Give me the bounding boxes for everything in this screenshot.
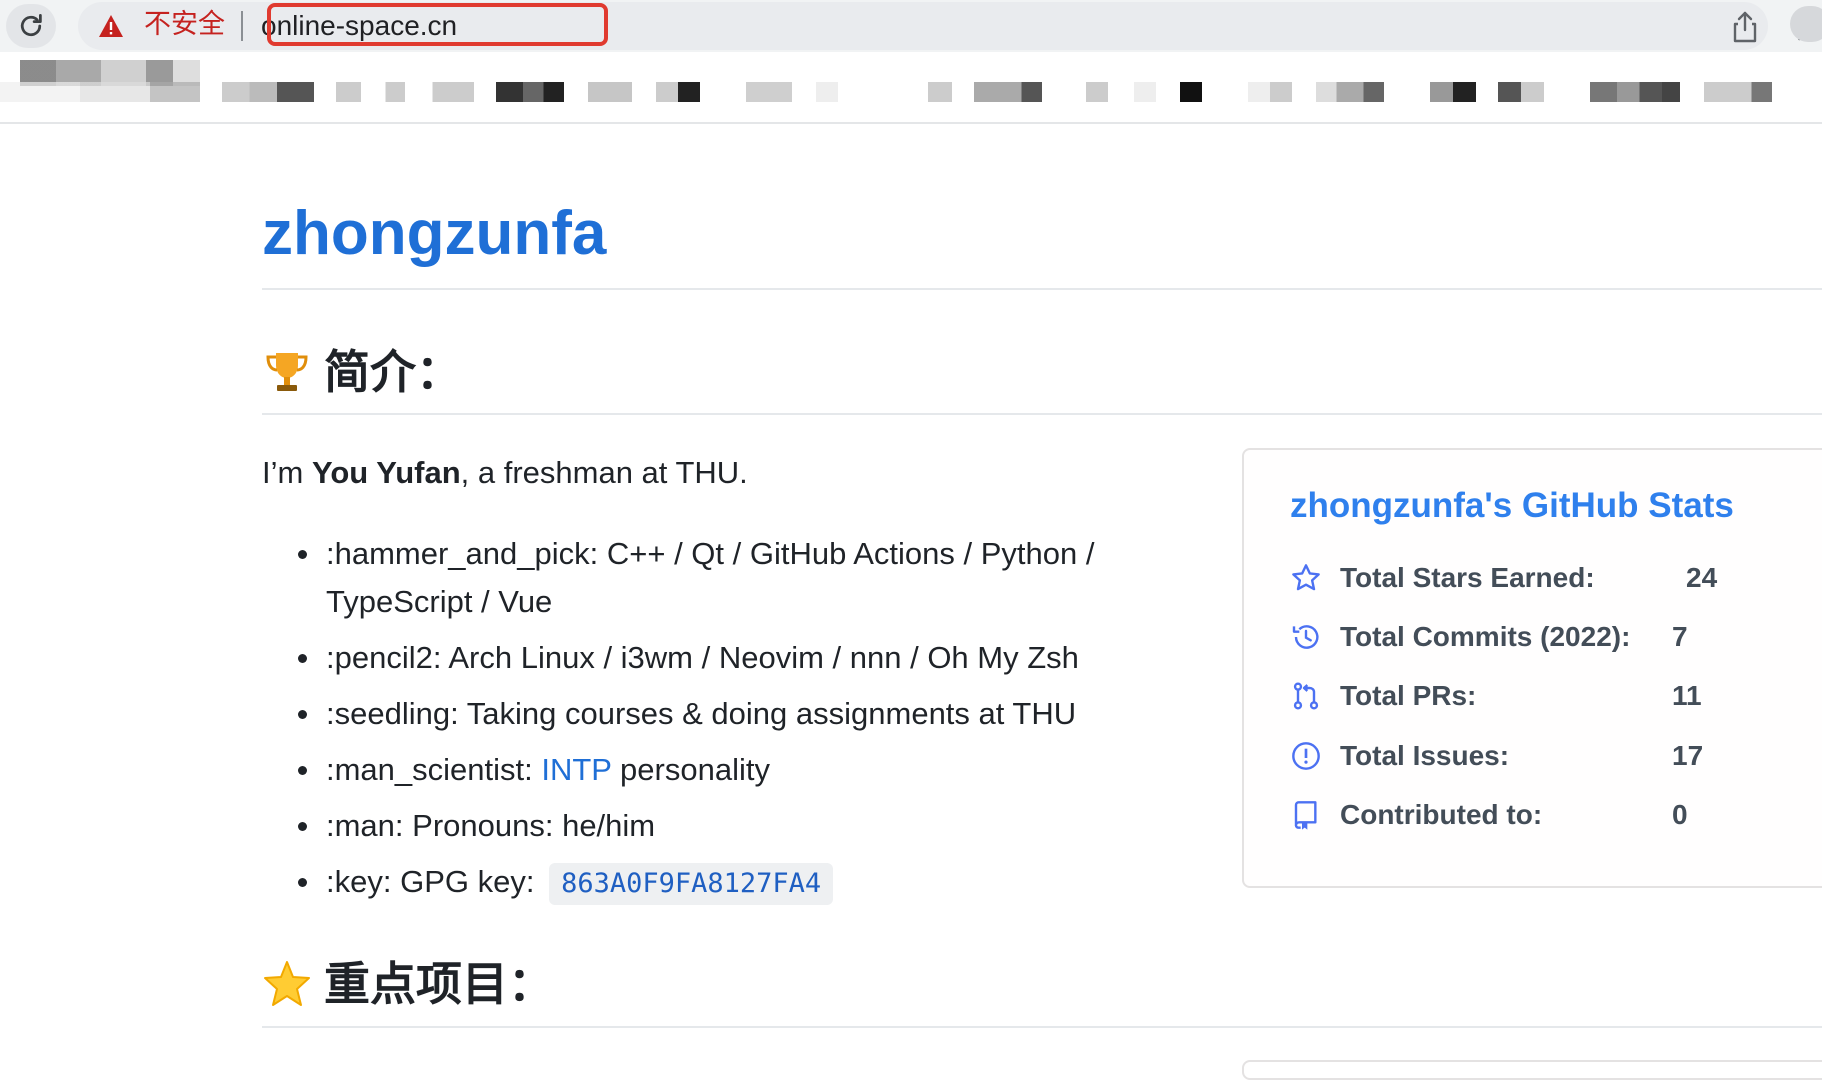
url-highlight-box xyxy=(267,3,608,46)
bookmark-item-blurred[interactable] xyxy=(336,82,474,102)
list-item: :key: GPG key: 863A0F9FA8127FA4 xyxy=(262,858,1202,906)
intro-suffix: , a freshman at THU. xyxy=(460,455,748,490)
intp-link[interactable]: INTP xyxy=(541,752,611,787)
trophy-icon xyxy=(266,353,308,391)
bookmark-item-blurred[interactable] xyxy=(928,82,952,102)
bookmark-item-blurred[interactable] xyxy=(1498,82,1544,102)
list-item: :man_scientist: INTP personality xyxy=(262,746,1202,794)
projects-heading-text: 重点项目： xyxy=(324,957,554,1011)
intro-name: You Yufan xyxy=(311,455,461,490)
setup-text: :pencil2: Arch Linux / i3wm / Neovim / n… xyxy=(326,640,1079,675)
warning-icon[interactable] xyxy=(98,14,124,38)
bookmark-item-blurred[interactable] xyxy=(974,82,1042,102)
reload-icon xyxy=(20,14,42,37)
repo-icon xyxy=(1294,801,1317,830)
browser-toolbar: 不安全 online-space.cn xyxy=(0,0,1822,58)
projects-divider xyxy=(262,1026,1822,1028)
stat-row-issues: Total Issues: 17 xyxy=(1290,736,1822,776)
share-icon[interactable] xyxy=(1730,10,1760,44)
personality-suffix: personality xyxy=(611,752,770,787)
bookmark-item-blurred[interactable] xyxy=(1086,82,1108,102)
bookmark-item-blurred[interactable] xyxy=(1270,82,1292,102)
stat-row-prs: Total PRs: 11 xyxy=(1290,676,1822,716)
bookmark-item-blurred[interactable] xyxy=(588,82,632,102)
stat-value: 17 xyxy=(1672,740,1704,771)
stat-label: Contributed to: xyxy=(1340,799,1543,830)
browser-chrome: 不安全 online-space.cn xyxy=(0,0,1822,124)
issue-icon xyxy=(1292,742,1320,770)
stat-row-stars: Total Stars Earned: 24 xyxy=(1290,558,1822,598)
intro-prefix: I’m xyxy=(262,455,312,490)
security-status-label[interactable]: 不安全 xyxy=(144,10,225,40)
intro-divider xyxy=(262,413,1822,415)
profile-title: zhongzunfa xyxy=(262,199,607,268)
bookmark-item-blurred[interactable] xyxy=(1134,82,1156,102)
intro-heading: 简介： xyxy=(262,344,462,400)
reload-button[interactable] xyxy=(6,4,56,48)
stat-label: Total PRs: xyxy=(1340,680,1477,711)
tools-text: :hammer_and_pick: C++ / Qt / GitHub Acti… xyxy=(326,536,1095,619)
bookmarks-bar xyxy=(0,52,1822,122)
stat-label: Total Stars Earned: xyxy=(1340,562,1595,593)
bookmark-item-blurred[interactable] xyxy=(222,82,314,102)
personality-prefix: :man_scientist: xyxy=(326,752,542,787)
bookmark-item-blurred[interactable] xyxy=(1316,82,1384,102)
stat-value: 11 xyxy=(1672,680,1702,711)
star-icon xyxy=(1292,564,1320,591)
intro-paragraph: I’m You Yufan, a freshman at THU. xyxy=(262,452,748,494)
history-icon xyxy=(1292,625,1319,649)
stat-label: Total Issues: xyxy=(1340,740,1510,771)
stats-title: zhongzunfa's GitHub Stats xyxy=(1290,486,1734,525)
intro-heading-text: 简介： xyxy=(324,345,462,399)
star-emoji-icon xyxy=(264,961,310,1006)
gpg-prefix: :key: GPG key: xyxy=(326,864,535,899)
bookmark-item-blurred[interactable] xyxy=(1248,82,1270,102)
title-divider xyxy=(262,288,1822,290)
list-item: :seedling: Taking courses & doing assign… xyxy=(262,690,1202,738)
address-bar[interactable]: 不安全 online-space.cn xyxy=(78,2,1822,50)
bookmark-item-blurred[interactable] xyxy=(1180,82,1202,102)
learning-text: :seedling: Taking courses & doing assign… xyxy=(326,696,1077,731)
bookmark-item-blurred[interactable] xyxy=(1704,82,1772,102)
gpg-key-code[interactable]: 863A0F9FA8127FA4 xyxy=(549,863,834,905)
chrome-divider xyxy=(0,122,1822,124)
profile-avatar[interactable] xyxy=(1790,6,1822,42)
stat-value: 7 xyxy=(1672,621,1688,652)
github-stats-card[interactable]: zhongzunfa's GitHub Stats Total Stars Ea… xyxy=(1242,448,1822,888)
about-list: :hammer_and_pick: C++ / Qt / GitHub Acti… xyxy=(262,530,1202,914)
next-card-edge xyxy=(1242,1060,1822,1080)
pull-request-icon xyxy=(1293,682,1319,710)
bookmark-item-blurred[interactable] xyxy=(746,82,792,102)
stat-label: Total Commits (2022): xyxy=(1340,621,1631,652)
address-divider xyxy=(241,11,243,41)
projects-heading: 重点项目： xyxy=(262,956,554,1012)
stat-row-commits: Total Commits (2022): 7 xyxy=(1290,617,1822,657)
bookmark-item-blurred[interactable] xyxy=(816,82,838,102)
stat-row-contributed: Contributed to: 0 xyxy=(1290,795,1822,835)
bookmark-item-blurred[interactable] xyxy=(1430,82,1476,102)
bookmark-item-blurred[interactable] xyxy=(496,82,564,102)
list-item: :man: Pronouns: he/him xyxy=(262,802,1202,850)
list-item: :pencil2: Arch Linux / i3wm / Neovim / n… xyxy=(262,634,1202,682)
bookmark-item-blurred[interactable] xyxy=(0,82,200,102)
bookmark-item-blurred[interactable] xyxy=(656,82,700,102)
pronouns-text: :man: Pronouns: he/him xyxy=(326,808,656,843)
stat-value: 24 xyxy=(1686,562,1718,593)
stat-value: 0 xyxy=(1672,799,1688,830)
list-item: :hammer_and_pick: C++ / Qt / GitHub Acti… xyxy=(262,530,1202,626)
bookmark-item-blurred[interactable] xyxy=(1590,82,1680,102)
